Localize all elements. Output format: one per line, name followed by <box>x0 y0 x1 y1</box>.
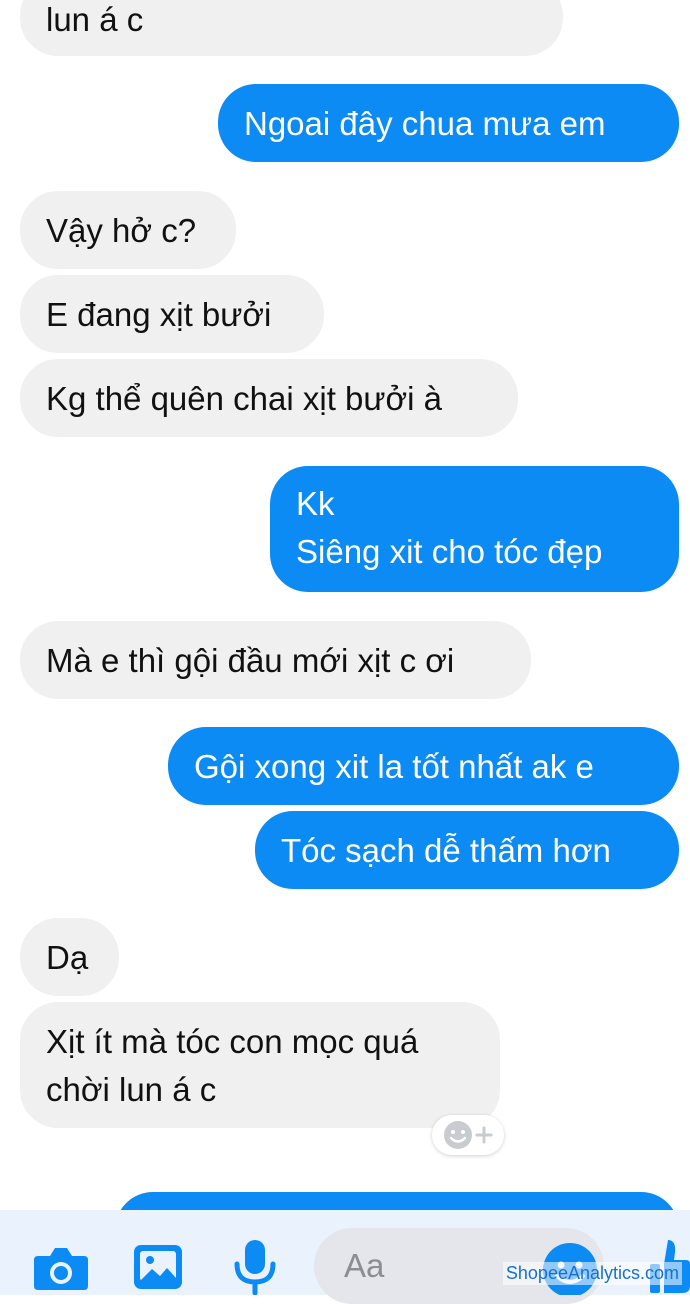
message-bubble-outgoing-partial[interactable] <box>115 1192 679 1210</box>
message-text: Vậy hở c? <box>46 212 197 249</box>
message-bubble-outgoing[interactable]: Gội xong xit la tốt nhất ak e <box>168 727 679 805</box>
watermark: ShopeeAnalytics.com <box>502 1262 682 1285</box>
message-thread: lun á c Ngoai đây chua mưa em Vậy hở c? … <box>0 0 690 1210</box>
message-text: Gội xong xit la tốt nhất ak e <box>194 748 594 785</box>
message-text: Xịt ít mà tóc con mọc quá chời lun á c <box>46 1023 419 1108</box>
message-text: Tóc sạch dễ thấm hơn <box>281 832 611 869</box>
message-text: Kk Siêng xit cho tóc đẹp <box>296 485 603 570</box>
plus-icon <box>475 1126 493 1144</box>
camera-icon[interactable] <box>32 1242 90 1292</box>
message-bubble-incoming[interactable]: lun á c <box>20 0 563 56</box>
message-bubble-outgoing[interactable]: Ngoai đây chua mưa em <box>218 84 679 162</box>
message-bubble-incoming[interactable]: Kg thể quên chai xịt bưởi à <box>20 359 518 437</box>
message-bubble-incoming[interactable]: E đang xịt bưởi <box>20 275 324 353</box>
message-text: Ngoai đây chua mưa em <box>244 105 606 142</box>
message-bubble-outgoing[interactable]: Kk Siêng xit cho tóc đẹp <box>270 466 679 592</box>
message-bubble-incoming[interactable]: Mà e thì gội đầu mới xịt c ơi <box>20 621 531 699</box>
message-bubble-incoming[interactable]: Xịt ít mà tóc con mọc quá chời lun á c <box>20 1002 500 1128</box>
photo-icon[interactable] <box>132 1243 184 1291</box>
message-bubble-incoming[interactable]: Dạ <box>20 918 119 996</box>
message-bubble-outgoing[interactable]: Tóc sạch dễ thấm hơn <box>255 811 679 889</box>
message-text: Mà e thì gội đầu mới xịt c ơi <box>46 642 455 679</box>
message-text: Kg thể quên chai xịt bưởi à <box>46 380 442 417</box>
message-text: E đang xịt bưởi <box>46 296 272 333</box>
message-text: lun á c <box>46 1 144 38</box>
message-text: Dạ <box>46 939 89 976</box>
message-input-placeholder: Aa <box>344 1247 385 1284</box>
smiley-icon <box>444 1121 472 1149</box>
microphone-icon[interactable] <box>232 1238 278 1295</box>
add-reaction-button[interactable] <box>432 1115 504 1155</box>
message-bubble-incoming[interactable]: Vậy hở c? <box>20 191 236 269</box>
